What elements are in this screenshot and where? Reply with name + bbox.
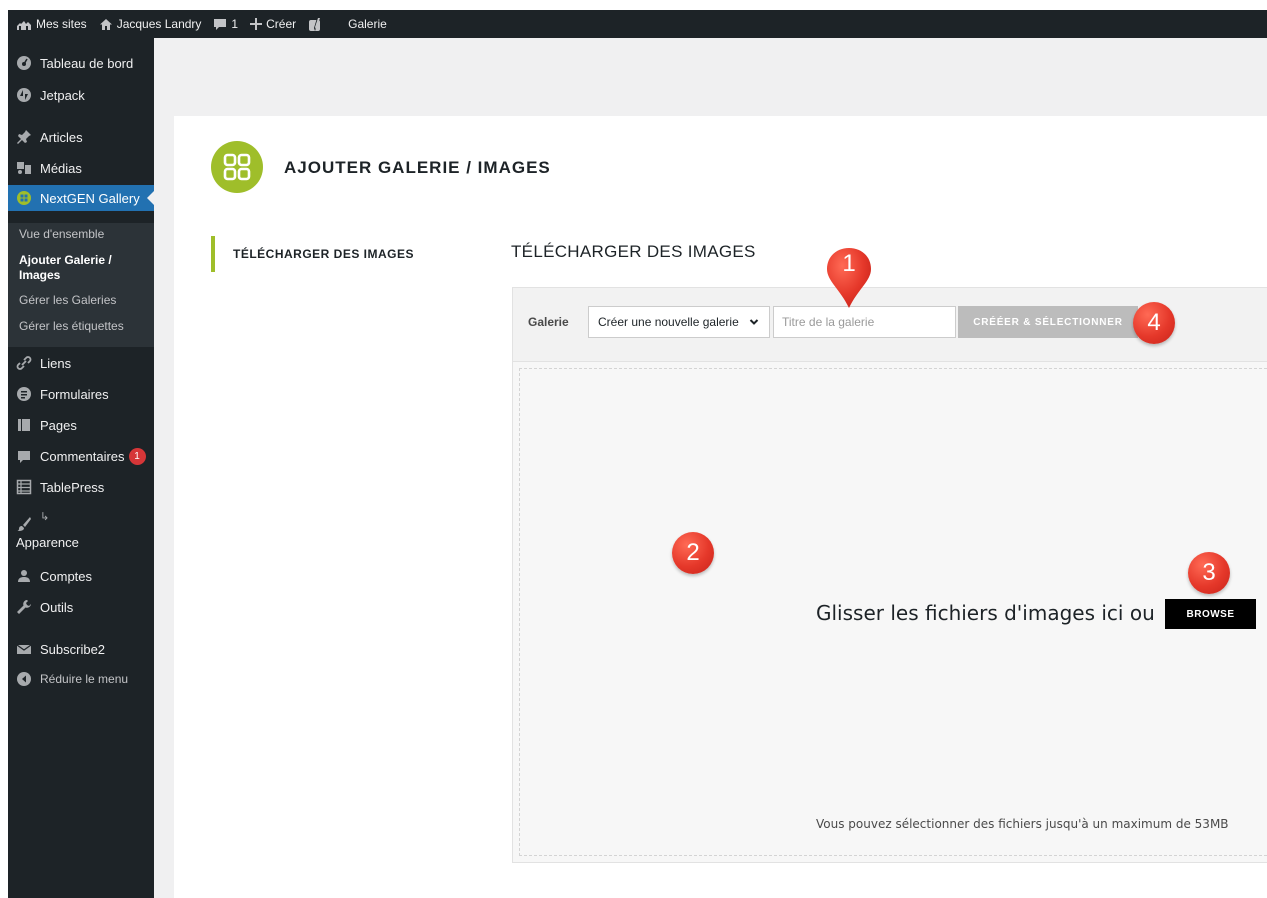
submenu-item-overview[interactable]: Vue d'ensemble: [19, 227, 104, 242]
submenu-item-manage-tags[interactable]: Gérer les étiquettes: [19, 319, 124, 334]
annotation-marker-4: 4: [1133, 302, 1175, 344]
apparence-prefix: ↳: [40, 511, 50, 523]
comments-count: 1: [231, 17, 239, 31]
submenu-item-add-gallery[interactable]: Ajouter Galerie /: [19, 253, 112, 268]
sidebar-item-comptes[interactable]: Comptes: [8, 568, 154, 584]
gallery-title-input[interactable]: [773, 306, 956, 338]
sidebar-item-subscribe2[interactable]: Subscribe2: [8, 641, 154, 657]
sidebar-item-apparence[interactable]: ↳ Apparence: [8, 510, 154, 550]
sidebar-item-medias[interactable]: Médias: [8, 160, 154, 176]
comments-link[interactable]: 1: [213, 17, 238, 31]
annotation-marker-2: 2: [672, 532, 714, 574]
forms-icon: [16, 386, 32, 402]
sidebar-item-jetpack[interactable]: Jetpack: [8, 87, 154, 103]
admin-bar: Mes sites Jacques Landry 1 Créer Galerie: [8, 10, 1267, 38]
sidebar-item-formulaires[interactable]: Formulaires: [8, 386, 154, 402]
sidebar-item-label: Outils: [40, 599, 74, 615]
create-select-button[interactable]: CRÉÉER & SÉLECTIONNER: [958, 306, 1138, 338]
sidebar-item-outils[interactable]: Outils: [8, 599, 154, 615]
admin-sidebar: Tableau de bord Jetpack Articles Médias …: [8, 38, 154, 898]
grid-icon: [223, 153, 251, 181]
subscribe-icon: [16, 641, 32, 657]
plus-icon: [250, 18, 263, 30]
sidebar-item-label: TablePress: [40, 479, 105, 495]
sidebar-item-label: Articles: [40, 129, 83, 145]
comment-icon: [214, 18, 227, 30]
yoast-link[interactable]: [308, 17, 328, 32]
submenu-item-add-gallery-images[interactable]: Images: [19, 268, 60, 283]
sidebar-item-label: Réduire le menu: [40, 672, 129, 686]
nextgen-submenu: Vue d'ensemble Ajouter Galerie / Images …: [8, 223, 154, 347]
section-title: TÉLÉCHARGER DES IMAGES: [511, 242, 756, 261]
sidebar-item-label: Tableau de bord: [40, 55, 134, 71]
sidebar-item-tablepress[interactable]: TablePress: [8, 479, 154, 495]
sidebar-item-commentaires[interactable]: Commentaires 1: [8, 448, 154, 465]
chevron-down-icon: [749, 319, 759, 325]
collapse-icon: [16, 671, 32, 687]
table-icon: [16, 479, 32, 495]
gallery-link[interactable]: Galerie: [348, 17, 387, 31]
sidebar-item-label: Liens: [40, 355, 72, 371]
users-icon: [16, 568, 32, 584]
max-file-size-note: Vous pouvez sélectionner des fichiers ju…: [816, 817, 1229, 831]
sidebar-item-nextgen-gallery[interactable]: NextGEN Gallery: [8, 185, 154, 211]
sidebar-item-label: Comptes: [40, 568, 93, 584]
create-link[interactable]: Créer: [250, 17, 296, 31]
drop-instructions: Glisser les fichiers d'images ici ou: [816, 601, 1155, 625]
jetpack-icon: [16, 87, 32, 103]
annotation-marker-1: 1: [824, 246, 874, 310]
link-icon: [16, 355, 32, 371]
tab-upload-images[interactable]: TÉLÉCHARGER DES IMAGES: [211, 236, 431, 272]
gallery-link-label: Galerie: [348, 17, 387, 31]
media-icon: [16, 160, 32, 176]
comments-badge: 1: [128, 448, 146, 465]
sidebar-item-label: NextGEN Gallery: [40, 190, 140, 206]
home-icon: [99, 18, 112, 30]
sidebar-item-label: Formulaires: [40, 386, 109, 402]
gallery-select[interactable]: Créer une nouvelle galerie: [588, 306, 770, 338]
gallery-select-value: Créer une nouvelle galerie: [598, 315, 739, 329]
sidebar-item-label: Pages: [40, 417, 77, 433]
wrench-icon: [16, 599, 32, 615]
browse-button[interactable]: BROWSE: [1165, 599, 1256, 629]
sidebar-item-articles[interactable]: Articles: [8, 129, 154, 145]
site-name-link[interactable]: Jacques Landry: [99, 17, 202, 31]
page-top-background: [154, 38, 1267, 116]
sidebar-item-liens[interactable]: Liens: [8, 355, 154, 371]
sidebar-item-label: Apparence: [16, 535, 79, 550]
sidebar-item-label: Commentaires: [40, 449, 125, 464]
my-sites-label: Mes sites: [36, 17, 87, 31]
create-label: Créer: [266, 17, 297, 31]
submenu-item-manage-galleries[interactable]: Gérer les Galeries: [19, 293, 116, 308]
my-sites-link[interactable]: Mes sites: [16, 17, 87, 31]
sidebar-item-dashboard[interactable]: Tableau de bord: [8, 55, 154, 71]
yoast-icon: [309, 17, 321, 31]
sites-icon: [17, 21, 31, 30]
nextgen-logo: [211, 141, 263, 193]
page-left-background: [154, 116, 174, 898]
pages-icon: [16, 417, 32, 433]
pin-icon: [16, 129, 32, 145]
site-name-label: Jacques Landry: [116, 17, 202, 31]
page-title: AJOUTER GALERIE / IMAGES: [284, 158, 551, 177]
sidebar-item-label: Subscribe2: [40, 641, 106, 657]
gallery-label: Galerie: [528, 315, 569, 329]
sidebar-item-label: Jetpack: [40, 87, 85, 103]
nextgen-icon: [16, 190, 32, 206]
dashboard-icon: [16, 55, 32, 71]
sidebar-item-collapse-menu[interactable]: Réduire le menu: [8, 671, 154, 687]
comment-icon: [16, 449, 32, 465]
sidebar-item-pages[interactable]: Pages: [8, 417, 154, 433]
annotation-marker-1-label: 1: [842, 250, 856, 277]
annotation-marker-3: 3: [1188, 552, 1230, 594]
sidebar-item-label: Médias: [40, 160, 82, 176]
